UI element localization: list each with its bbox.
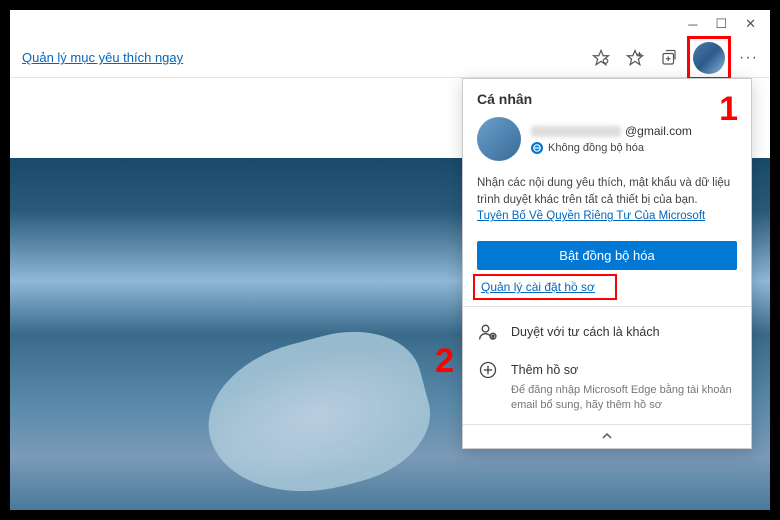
profile-avatar-icon bbox=[477, 117, 521, 161]
favorites-icon[interactable] bbox=[625, 48, 645, 68]
annotation-number-1: 1 bbox=[719, 90, 738, 129]
guest-browse-label: Duyệt với tư cách là khách bbox=[511, 325, 660, 339]
divider bbox=[463, 306, 751, 307]
tracking-prevention-icon[interactable] bbox=[591, 48, 611, 68]
email-redacted bbox=[531, 126, 621, 137]
collections-icon[interactable] bbox=[659, 48, 679, 68]
popup-collapse-footer[interactable] bbox=[463, 424, 751, 448]
sync-status-icon bbox=[531, 142, 543, 154]
annotation-number-2: 2 bbox=[435, 342, 454, 381]
manage-profile-settings-link[interactable]: Quản lý cài đặt hồ sơ bbox=[477, 278, 737, 296]
add-profile-description: Để đăng nhập Microsoft Edge bằng tài kho… bbox=[463, 383, 751, 424]
add-profile-label: Thêm hồ sơ bbox=[511, 363, 578, 377]
minimize-icon[interactable]: ─ bbox=[688, 17, 697, 32]
manage-favorites-link[interactable]: Quản lý mục yêu thích ngay bbox=[22, 50, 183, 65]
more-menu-icon[interactable]: ··· bbox=[739, 49, 758, 67]
guest-icon: ? bbox=[477, 321, 499, 343]
browser-window: ─ ☐ ✕ Quản lý mục yêu thích ngay ··· bbox=[10, 10, 770, 510]
profile-info-row: @gmail.com Không đồng bộ hóa bbox=[463, 111, 751, 171]
profile-avatar-button[interactable] bbox=[693, 42, 725, 74]
sync-status-text: Không đồng bộ hóa bbox=[548, 142, 644, 154]
privacy-statement-link[interactable]: Tuyên Bố Về Quyền Riêng Tư Của Microsoft bbox=[477, 210, 705, 222]
maximize-icon[interactable]: ☐ bbox=[715, 16, 727, 32]
popup-title: Cá nhân bbox=[463, 79, 751, 111]
enable-sync-button[interactable]: Bật đồng bộ hóa bbox=[477, 241, 737, 270]
annotation-highlight-2 bbox=[473, 274, 617, 300]
browser-toolbar: Quản lý mục yêu thích ngay ··· bbox=[10, 38, 770, 78]
profile-email: @gmail.com bbox=[531, 124, 737, 138]
window-titlebar: ─ ☐ ✕ bbox=[10, 10, 770, 38]
email-domain: @gmail.com bbox=[625, 124, 692, 138]
close-icon[interactable]: ✕ bbox=[745, 16, 756, 32]
chevron-up-icon bbox=[601, 430, 613, 442]
plus-icon bbox=[477, 359, 499, 381]
annotation-highlight-1 bbox=[687, 36, 731, 80]
browse-as-guest-item[interactable]: ? Duyệt với tư cách là khách bbox=[463, 311, 751, 349]
profile-popup: Cá nhân @gmail.com Không đồng bộ hóa Nhậ… bbox=[462, 78, 752, 449]
add-profile-item[interactable]: Thêm hồ sơ bbox=[463, 349, 751, 383]
sync-description: Nhận các nội dung yêu thích, mật khẩu và… bbox=[463, 171, 751, 233]
